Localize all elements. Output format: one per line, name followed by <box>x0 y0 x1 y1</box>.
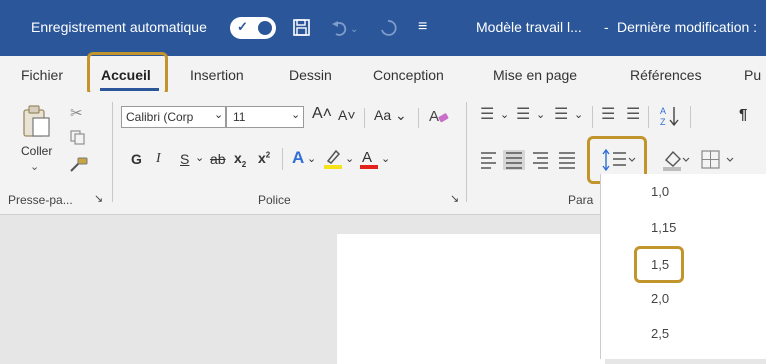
text-effects-icon[interactable]: A <box>292 148 304 168</box>
paste-label[interactable]: Coller <box>21 144 52 158</box>
svg-text:A: A <box>660 106 666 116</box>
dialog-launcher-icon[interactable]: ↘ <box>94 192 103 205</box>
tab-insertion[interactable]: Insertion <box>190 67 244 83</box>
last-modified-label: Dernière modification : <box>617 19 758 35</box>
chevron-down-icon[interactable]: ⌄ <box>536 108 545 121</box>
font-name-value: Calibri (Corp <box>126 110 194 124</box>
chevron-down-icon[interactable]: ⌄ <box>381 152 390 165</box>
change-case-label: Aa <box>374 107 392 123</box>
paste-dropdown-icon[interactable]: ⌄ <box>30 160 39 173</box>
chevron-down-icon: ⌄ <box>291 109 301 121</box>
underline-button[interactable]: S <box>180 151 189 167</box>
borders-icon[interactable] <box>701 150 745 170</box>
undo-icon[interactable]: ⌄ <box>330 18 360 38</box>
tab-fichier[interactable]: Fichier <box>21 67 63 83</box>
svg-text:A: A <box>429 108 439 125</box>
autosave-toggle[interactable]: ✓ <box>230 17 276 39</box>
increase-indent-icon[interactable]: ☰ <box>626 104 640 124</box>
tab-dessin[interactable]: Dessin <box>289 67 332 83</box>
line-spacing-option[interactable]: 2,0 <box>651 291 669 306</box>
title-bar: Enregistrement automatique ✓ ⌄ ≡ Modèle … <box>0 0 766 56</box>
show-marks-icon[interactable]: ¶ <box>739 106 747 123</box>
clear-formatting-icon[interactable]: A <box>428 106 450 126</box>
line-spacing-option[interactable]: 1,15 <box>651 220 676 235</box>
ribbon-separator <box>690 106 691 128</box>
bullets-icon[interactable]: ☰ <box>480 104 494 124</box>
align-center-button[interactable] <box>503 148 525 172</box>
line-spacing-option[interactable]: 1,0 <box>651 184 669 199</box>
dialog-launcher-icon[interactable]: ↘ <box>450 192 459 205</box>
subscript-button[interactable]: x2 <box>234 150 246 169</box>
shrink-font-icon[interactable]: A˅ <box>338 107 356 123</box>
bold-button[interactable]: G <box>131 151 142 167</box>
font-size-box[interactable]: 11 ⌄ <box>226 106 304 128</box>
ribbon-separator <box>418 108 419 128</box>
chevron-down-icon[interactable]: ⌄ <box>574 108 583 121</box>
selected-option-highlight <box>634 246 684 283</box>
accueil-tab-highlight <box>87 52 168 96</box>
change-case-button[interactable]: Aa ⌄ <box>374 107 407 124</box>
ribbon-separator <box>648 106 649 128</box>
paragraph-group-label: Para <box>568 193 594 207</box>
sort-icon[interactable]: A Z <box>660 104 682 128</box>
customize-toolbar-icon[interactable]: ≡ <box>418 18 427 36</box>
superscript-label: x <box>258 150 266 166</box>
svg-text:⌄: ⌄ <box>350 24 358 35</box>
chevron-down-icon[interactable]: ⌄ <box>500 108 509 121</box>
ribbon-separator <box>282 148 283 170</box>
toggle-knob <box>258 21 272 35</box>
decrease-indent-icon[interactable]: ☰ <box>601 104 615 124</box>
redo-icon[interactable] <box>378 18 400 38</box>
shading-icon[interactable] <box>661 148 691 172</box>
chevron-down-icon[interactable]: ⌄ <box>345 152 354 165</box>
cut-icon[interactable]: ✂ <box>70 104 83 122</box>
align-right-button[interactable] <box>530 148 552 172</box>
tab-conception[interactable]: Conception <box>373 67 444 83</box>
svg-text:Z: Z <box>660 117 666 127</box>
format-painter-icon[interactable] <box>68 156 90 174</box>
chevron-down-icon[interactable]: ⌄ <box>307 152 316 165</box>
chevron-down-icon: ⌄ <box>214 109 224 121</box>
paste-icon[interactable] <box>22 104 52 138</box>
title-separator: - <box>604 19 609 35</box>
multilevel-list-icon[interactable]: ☰ <box>554 104 568 124</box>
tab-publipostage[interactable]: Pu <box>744 67 761 83</box>
document-page[interactable] <box>337 234 605 364</box>
check-icon: ✓ <box>237 19 248 34</box>
ribbon-separator <box>466 102 467 202</box>
svg-text:A: A <box>362 149 372 166</box>
save-icon[interactable] <box>292 18 312 38</box>
ribbon-separator <box>364 108 365 128</box>
grow-font-icon[interactable]: A˄ <box>312 105 332 123</box>
font-group-label: Police <box>258 193 291 207</box>
document-title: Modèle travail l... <box>476 19 582 35</box>
tab-references[interactable]: Références <box>630 67 702 83</box>
strikethrough-button[interactable]: ab <box>210 151 226 167</box>
font-color-icon[interactable]: A <box>358 147 380 171</box>
clipboard-group-label: Presse-pa... <box>8 193 73 207</box>
numbering-icon[interactable]: ☰ <box>516 104 530 124</box>
autosave-label: Enregistrement automatique <box>31 19 207 35</box>
superscript-button[interactable]: x2 <box>258 150 270 166</box>
align-left-button[interactable] <box>479 148 499 172</box>
line-spacing-option[interactable]: 2,5 <box>651 326 669 341</box>
italic-button[interactable]: I <box>156 151 161 167</box>
font-name-box[interactable]: Calibri (Corp ⌄ <box>121 106 226 128</box>
ribbon-separator <box>592 106 593 128</box>
font-size-value: 11 <box>233 110 246 124</box>
underline-dropdown-icon[interactable]: ⌄ <box>195 151 204 164</box>
tab-mise-en-page[interactable]: Mise en page <box>493 67 577 83</box>
highlight-color-icon[interactable] <box>322 147 344 171</box>
subscript-label: x <box>234 150 242 166</box>
ribbon-separator <box>112 102 113 202</box>
justify-button[interactable] <box>556 148 578 172</box>
copy-icon[interactable] <box>70 130 86 146</box>
